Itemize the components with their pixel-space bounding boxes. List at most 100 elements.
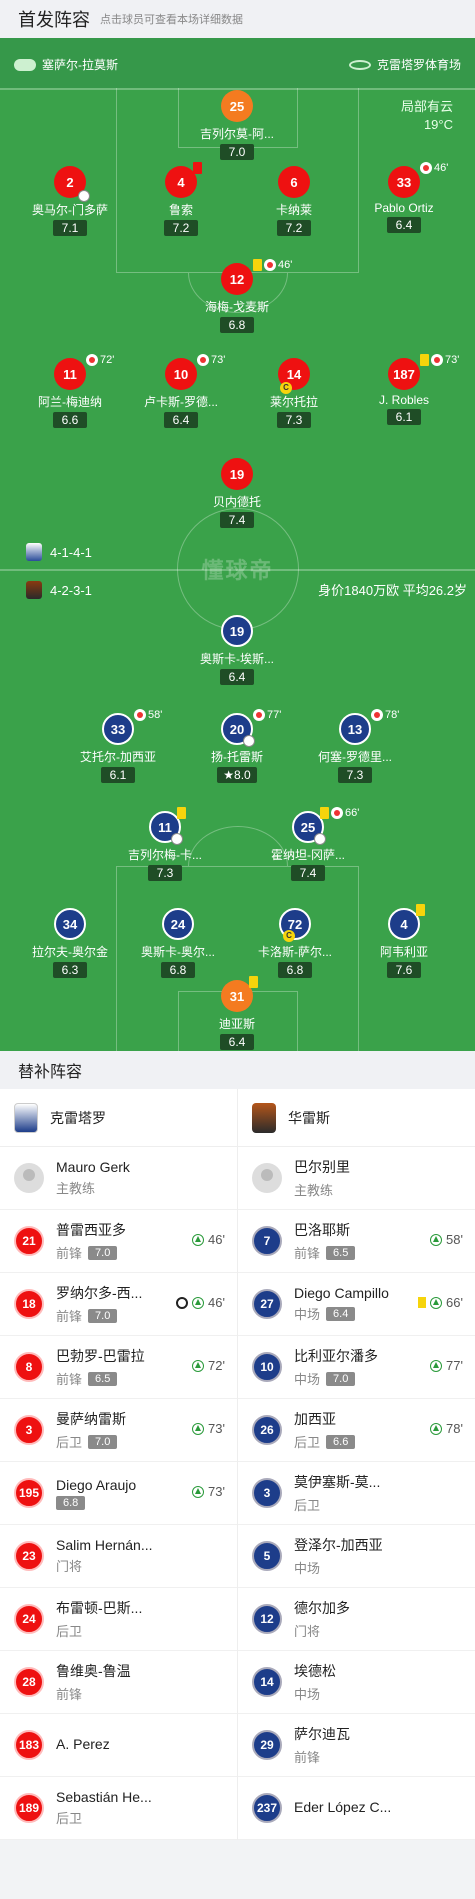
player-away-72[interactable]: 72 C 卡洛斯-萨尔... 6.8	[235, 908, 355, 979]
player-number-badge: 10	[165, 358, 197, 390]
coach-role: 主教练	[294, 1183, 334, 1198]
player-name: 艾托尔-加西亚	[80, 750, 156, 764]
player-number-badge: 72 C	[279, 908, 311, 942]
player-meta: 门将	[56, 1556, 152, 1575]
home-coach-row[interactable]: Mauro Gerk 主教练	[0, 1147, 237, 1210]
player-position: 门将	[56, 1559, 83, 1574]
sub-player-row[interactable]: 3 莫伊塞斯-莫... 后卫	[238, 1462, 475, 1525]
player-number-badge: 33	[102, 713, 134, 745]
player-home-4[interactable]: 4 鲁索 7.2	[121, 162, 241, 237]
sub-player-row[interactable]: 195 Diego Araujo 6.8 73'	[0, 1462, 237, 1525]
yellow-card-icon	[416, 904, 425, 916]
sub-in-icon	[430, 1296, 443, 1309]
avatar	[252, 1163, 282, 1193]
player-away-25[interactable]: 25 66' 霍纳坦-冈萨... 7.4	[248, 807, 368, 882]
player-events	[193, 162, 202, 174]
sub-player-row[interactable]: 189 Sebastián He... 后卫	[0, 1777, 237, 1840]
player-position: 中场	[294, 1372, 321, 1387]
player-away-13[interactable]: 13 78' 何塞-罗德里... 7.3	[295, 709, 415, 784]
player-home-33[interactable]: 33 46' Pablo Ortiz 6.4	[344, 162, 464, 234]
player-home-10[interactable]: 10 73' 卢卡斯-罗德... 6.4	[121, 354, 241, 429]
sub-player-row[interactable]: 237 Eder López C...	[238, 1777, 475, 1840]
player-name: 莫伊塞斯-莫...	[294, 1474, 381, 1490]
player-name: 阿韦利亚	[379, 945, 428, 959]
player-name: 加西亚	[294, 1411, 336, 1427]
home-team-header[interactable]: 克雷塔罗	[0, 1089, 237, 1147]
player-away-11[interactable]: 11 吉列尔梅-卡... 7.3	[105, 807, 225, 882]
sub-in-time: 72'	[192, 1358, 225, 1373]
player-meta: 6.8	[56, 1495, 136, 1510]
sub-player-row[interactable]: 28 鲁维奥-鲁温 前锋	[0, 1651, 237, 1714]
player-meta: 中场 7.0	[294, 1369, 378, 1388]
sub-in-time: 46'	[176, 1295, 225, 1310]
player-name: 普雷西亚多	[56, 1222, 126, 1238]
sub-in-time: 77'	[430, 1358, 463, 1373]
player-name: 巴勃罗-巴雷拉	[56, 1348, 145, 1364]
player-home-6[interactable]: 6 卡纳莱 7.2	[234, 166, 354, 237]
away-team-header[interactable]: 华雷斯	[238, 1089, 475, 1147]
player-name: 阿兰-梅迪纳	[38, 395, 102, 409]
sub-player-row[interactable]: 8 巴勃罗-巴雷拉 前锋 6.5 72'	[0, 1336, 237, 1399]
player-home-25[interactable]: 25 吉列尔莫-阿... 7.0	[177, 90, 297, 161]
player-name: Diego Campillo	[294, 1285, 389, 1301]
yellow-card-icon	[420, 354, 429, 366]
player-events	[416, 904, 425, 916]
player-name: 巴洛耶斯	[294, 1222, 350, 1238]
sub-player-row[interactable]: 26 加西亚 后卫 6.6 78'	[238, 1399, 475, 1462]
sub-player-row[interactable]: 12 德尔加多 门将	[238, 1588, 475, 1651]
sub-player-row[interactable]: 10 比利亚尔潘多 中场 7.0 77'	[238, 1336, 475, 1399]
sub-player-row[interactable]: 5 登泽尔-加西亚 中场	[238, 1525, 475, 1588]
player-number-badge: 237	[252, 1793, 282, 1823]
player-rating: 6.8	[220, 317, 254, 333]
player-away-31[interactable]: 31 迪亚斯 6.4	[177, 976, 297, 1051]
player-name: Pablo Ortiz	[374, 201, 434, 215]
sub-player-row[interactable]: 3 曼萨纳雷斯 后卫 7.0 73'	[0, 1399, 237, 1462]
sub-player-row[interactable]: 183 A. Perez	[0, 1714, 237, 1777]
sub-player-row[interactable]: 18 罗纳尔多-西... 前锋 7.0 46'	[0, 1273, 237, 1336]
sub-in-icon	[192, 1422, 205, 1435]
player-home-2[interactable]: 2 奥马尔-门多萨 7.1	[10, 166, 130, 237]
player-home-11[interactable]: 11 72' 阿兰-梅迪纳 6.6	[10, 354, 130, 429]
sub-player-row[interactable]: 27 Diego Campillo 中场 6.4 66'	[238, 1273, 475, 1336]
player-home-12[interactable]: 12 46' 海梅-戈麦斯 6.8	[177, 259, 297, 334]
sub-player-row[interactable]: 23 Salim Hernán... 门将	[0, 1525, 237, 1588]
home-crest-icon	[26, 543, 42, 561]
sub-player-row[interactable]: 14 埃德松 中场	[238, 1651, 475, 1714]
player-home-187[interactable]: 187 73' J. Robles 6.1	[344, 354, 464, 426]
player-home-14[interactable]: 14 C 莱尔托拉 7.3	[234, 358, 354, 429]
lineup-header: 首发阵容 点击球员可查看本场详细数据	[0, 0, 475, 38]
player-home-19[interactable]: 19 贝内德托 7.4	[177, 458, 297, 529]
captain-icon: C	[280, 382, 292, 394]
player-number-badge: 10	[252, 1352, 282, 1382]
player-name: 扬-托雷斯	[211, 750, 263, 764]
player-away-33[interactable]: 33 58' 艾托尔-加西亚 6.1	[58, 709, 178, 784]
player-away-19[interactable]: 19 奥斯卡-埃斯... 6.4	[177, 615, 297, 686]
red-card-icon	[193, 162, 202, 174]
player-name: 贝内德托	[212, 495, 261, 509]
sub-player-row[interactable]: 7 巴洛耶斯 前锋 6.5 58'	[238, 1210, 475, 1273]
player-away-4[interactable]: 4 阿韦利亚 7.6	[344, 904, 464, 979]
away-coach-row[interactable]: 巴尔别里 主教练	[238, 1147, 475, 1210]
player-number-badge: 3	[252, 1478, 282, 1508]
player-number-badge: 23	[14, 1541, 44, 1571]
player-rating: 7.3	[148, 865, 182, 881]
player-name: A. Perez	[56, 1735, 110, 1752]
sub-player-row[interactable]: 24 布雷顿-巴斯... 后卫	[0, 1588, 237, 1651]
player-away-34[interactable]: 34 拉尔夫-奥尔金 6.3	[10, 908, 130, 979]
player-away-24[interactable]: 24 奥斯卡-奥尔... 6.8	[118, 908, 238, 979]
coach-role: 主教练	[56, 1181, 96, 1196]
player-rating: 6.8	[278, 962, 312, 978]
player-number-badge: 6	[278, 166, 310, 198]
player-position: 前锋	[56, 1372, 83, 1387]
player-rating: 7.4	[291, 865, 325, 881]
player-rating: 6.4	[326, 1306, 356, 1321]
player-number-badge: 34	[54, 908, 86, 940]
sub-player-row[interactable]: 21 普雷西亚多 前锋 7.0 46'	[0, 1210, 237, 1273]
player-away-20[interactable]: 20 77' 扬-托雷斯 ★8.0	[177, 709, 297, 784]
player-rating: 6.1	[101, 767, 135, 783]
player-number-badge: 18	[14, 1289, 44, 1319]
sub-in-time: 78'	[430, 1421, 463, 1436]
player-meta: 前锋	[56, 1684, 131, 1703]
player-events: 46'	[253, 259, 292, 271]
sub-player-row[interactable]: 29 萨尔迪瓦 前锋	[238, 1714, 475, 1777]
